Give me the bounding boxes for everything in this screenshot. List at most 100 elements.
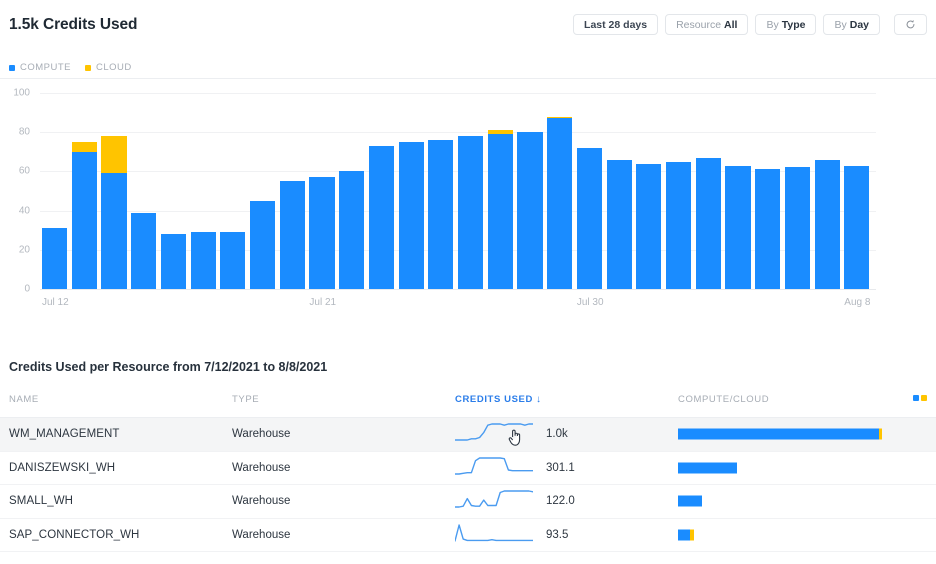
chart-bar[interactable] (279, 181, 305, 289)
resource-filter-button-label: Resource (676, 18, 722, 31)
square-swatch-icon (85, 64, 91, 71)
chart-bar[interactable] (487, 130, 513, 289)
group-by-type-button-value: Type (781, 18, 806, 31)
chart-bar[interactable] (458, 136, 484, 289)
chart-bar[interactable] (190, 232, 216, 289)
group-by-type-button-label: By (766, 18, 779, 31)
cell-resource-name: WM_MANAGEMENT (9, 428, 120, 441)
compute-cloud-legend-swatch (913, 395, 927, 401)
chart-bar-segment-compute (428, 140, 454, 289)
chart-bar-segment-compute (398, 142, 424, 289)
table-row[interactable]: DANISZEWSKI_WH Warehouse 301.1 (0, 452, 936, 485)
cell-resource-name: DANISZEWSKI_WH (9, 461, 116, 474)
credits-bar-chart: 0 20 40 60 80 100 Jul 12 Jul 21 Jul 30 Aug 8 (0, 79, 936, 311)
cell-resource-name: SAP_CONNECTOR_WH (9, 528, 140, 541)
legend-label: COMPUTE (20, 62, 71, 73)
credits-chart-card: 0 20 40 60 80 100 Jul 12 Jul 21 Jul 30 Aug 8 (0, 78, 936, 310)
table-column-header-type[interactable]: TYPE (232, 394, 259, 405)
x-axis-tick-label: Jul 30 (576, 297, 604, 308)
table-row[interactable]: WM_MANAGEMENT Warehouse 1.0k (0, 418, 936, 452)
chart-bar[interactable] (368, 145, 395, 289)
arrow-down-icon: ↓ (535, 394, 542, 405)
filter-toolbar: Last 28 days Resource All By Type By Day (573, 14, 880, 35)
cell-compute-cloud-gauge (678, 462, 738, 474)
chart-bar[interactable] (784, 167, 811, 289)
column-header-label: NAME (9, 394, 39, 405)
cell-sparkline (455, 423, 533, 445)
date-range-button[interactable]: Last 28 days (573, 14, 659, 35)
chart-bar-segment-cloud (487, 130, 513, 135)
table-column-header-compute-cloud[interactable]: COMPUTE/CLOUD (678, 394, 769, 405)
chart-bar-segment-compute (844, 165, 870, 289)
chart-bar-segment-compute (368, 145, 395, 289)
cell-sparkline (455, 490, 533, 512)
table-row[interactable]: SAP_CONNECTOR_WH Warehouse 93.5 (0, 519, 936, 552)
group-by-day-button-label: By (834, 18, 847, 31)
chart-bar[interactable] (339, 171, 365, 289)
chart-bar[interactable] (250, 200, 276, 289)
chart-bar[interactable] (71, 142, 97, 289)
column-header-label: TYPE (232, 394, 260, 405)
chart-bar[interactable] (755, 169, 781, 289)
chart-bar[interactable] (606, 159, 632, 289)
chart-bar[interactable] (220, 232, 246, 289)
group-by-type-button[interactable]: By Type (755, 14, 817, 35)
resource-filter-button-value: All (724, 18, 738, 31)
chart-bars (0, 79, 936, 311)
cell-credits-used: 93.5 (546, 528, 569, 541)
chart-bar-segment-compute (755, 169, 781, 289)
chart-bar[interactable] (666, 161, 692, 289)
refresh-button[interactable] (894, 14, 927, 35)
gauge-segment-compute (678, 529, 691, 541)
cell-resource-type: Warehouse (232, 428, 291, 441)
chart-bar-segment-compute (339, 171, 365, 289)
chart-bar[interactable] (428, 140, 454, 289)
chart-bar[interactable] (695, 157, 721, 289)
chart-bar-segment-compute (814, 159, 840, 289)
cell-sparkline (455, 524, 533, 546)
gauge-segment-cloud (690, 529, 695, 541)
table-row[interactable]: SMALL_WH Warehouse 122.0 (0, 485, 936, 519)
chart-bar-segment-compute (517, 132, 543, 289)
chart-bar[interactable] (814, 159, 840, 289)
chart-bar[interactable] (844, 165, 870, 289)
chart-bar[interactable] (636, 163, 662, 289)
chart-bar[interactable] (131, 212, 157, 289)
cell-compute-cloud-gauge (678, 495, 703, 507)
gauge-segment-compute (678, 462, 738, 474)
cell-compute-cloud-gauge (678, 529, 695, 541)
chart-bar-segment-compute (309, 177, 335, 289)
page-header: 1.5k Credits Used Last 28 days Resource Al… (0, 0, 936, 52)
chart-bar[interactable] (398, 142, 424, 289)
chart-bar-segment-compute (42, 228, 68, 289)
table-column-header-credits-used[interactable]: CREDITS USED ↓ (455, 394, 542, 405)
table-column-header-name[interactable]: NAME (9, 394, 39, 405)
gauge-segment-cloud (878, 428, 882, 440)
group-by-day-button[interactable]: By Day (823, 14, 880, 35)
column-header-label: CREDITS USED (455, 394, 533, 405)
chart-bar[interactable] (576, 147, 603, 289)
chart-bar[interactable] (725, 165, 751, 289)
cell-credits-used: 122.0 (546, 495, 575, 508)
table-title: Credits Used per Resource from 7/12/2021… (9, 360, 328, 374)
chart-bar[interactable] (547, 116, 573, 289)
chart-bar-segment-compute (547, 118, 573, 289)
group-by-day-button-value: Day (849, 18, 869, 31)
legend-item-cloud: CLOUD (85, 62, 132, 73)
cloud-swatch-icon (921, 395, 927, 401)
cell-resource-type: Warehouse (232, 528, 291, 541)
chart-bar[interactable] (101, 136, 127, 289)
credits-usage-page: 1.5k Credits Used Last 28 days Resource Al… (0, 0, 936, 564)
chart-bar[interactable] (160, 234, 187, 289)
resource-filter-button[interactable]: Resource All (665, 14, 749, 35)
cell-resource-name: SMALL_WH (9, 495, 74, 508)
chart-bar-segment-compute (606, 159, 632, 289)
chart-bar[interactable] (42, 228, 68, 289)
sparkline-icon (455, 457, 533, 475)
chart-bar-segment-compute (695, 157, 721, 289)
cell-sparkline (455, 457, 533, 479)
chart-bar[interactable] (309, 177, 335, 289)
cell-resource-type: Warehouse (232, 495, 291, 508)
chart-bar[interactable] (517, 132, 543, 289)
chart-bar-segment-compute (784, 167, 811, 289)
